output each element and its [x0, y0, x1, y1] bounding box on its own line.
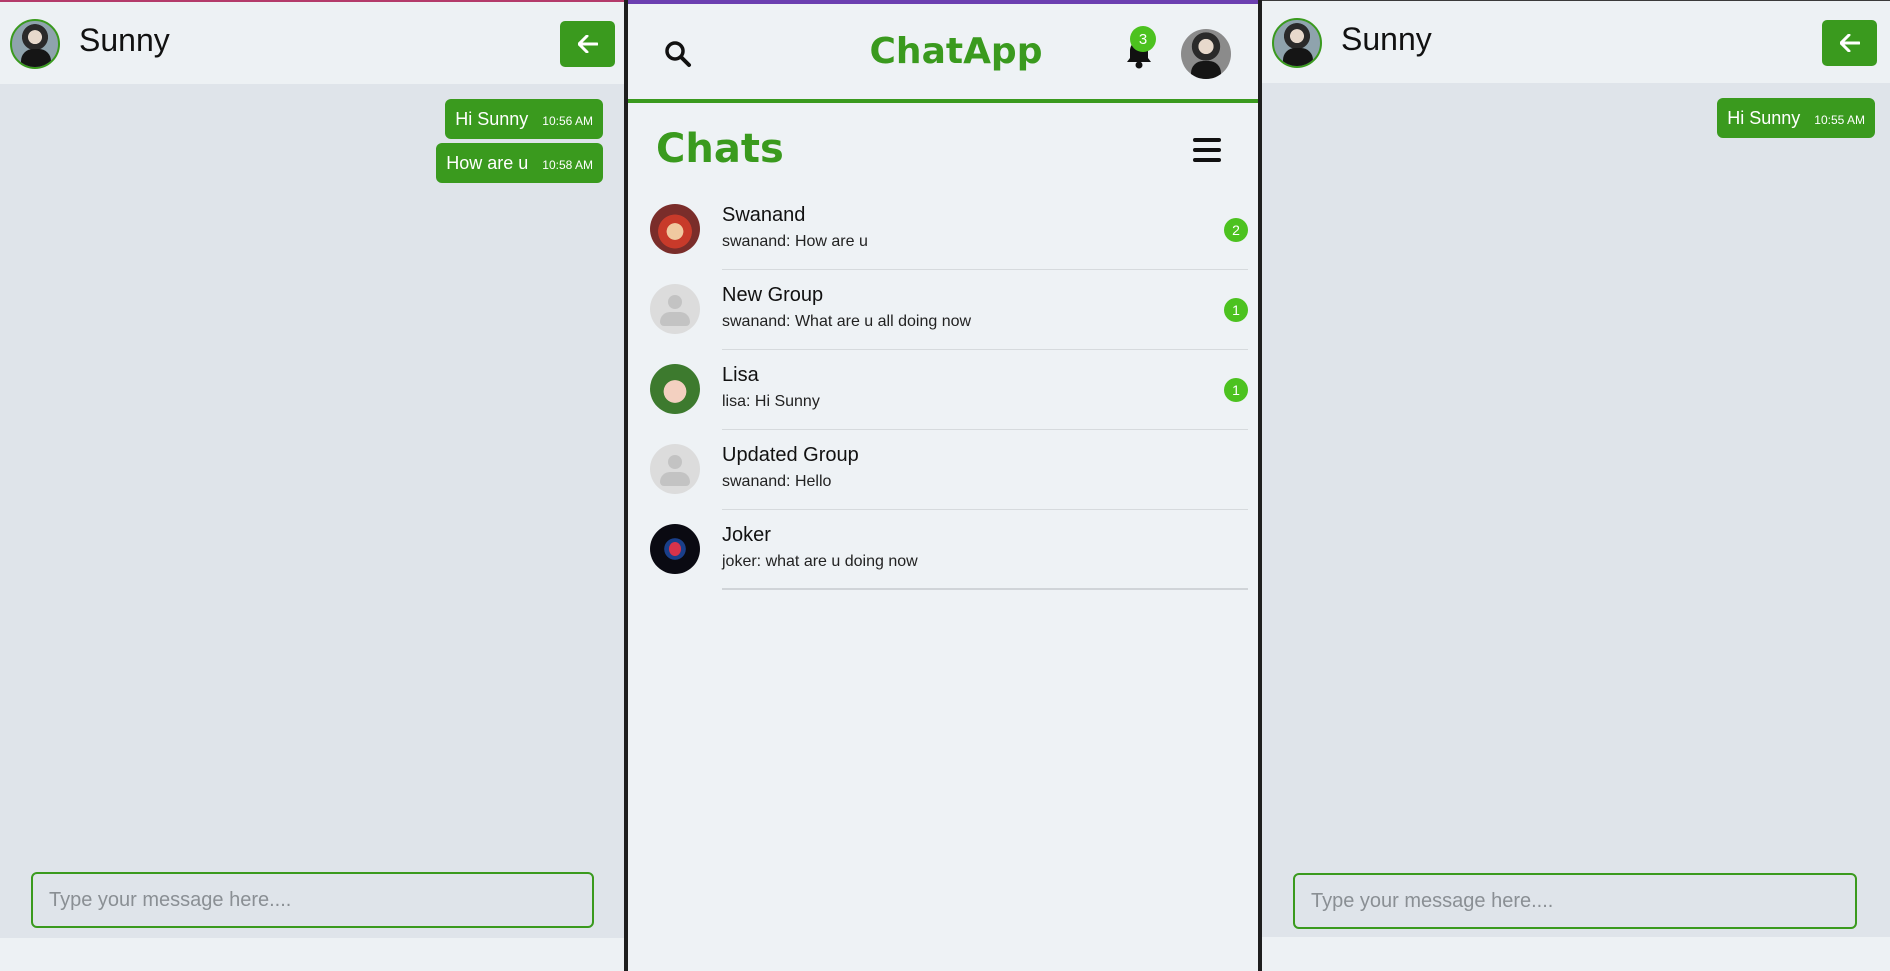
chat-list-item[interactable]: Swanand swanand: How are u 2	[628, 190, 1258, 270]
chat-preview: lisa: Hi Sunny	[722, 393, 820, 410]
chat-header: Sunny	[0, 2, 624, 84]
back-button[interactable]	[560, 21, 615, 67]
chat-footer	[0, 938, 624, 971]
joker-avatar	[650, 524, 700, 574]
chat-name: New Group	[722, 284, 824, 306]
chat-preview: joker: what are u doing now	[722, 553, 918, 570]
chat-list: Swanand swanand: How are u 2 New Group s…	[628, 190, 1258, 590]
message-text: Hi Sunny	[1727, 107, 1801, 128]
back-arrow-icon	[577, 35, 598, 53]
lisa-avatar	[650, 364, 700, 414]
unread-badge: 2	[1224, 218, 1248, 242]
menu-icon[interactable]	[1193, 138, 1221, 162]
contact-avatar[interactable]	[1272, 18, 1322, 68]
contact-avatar[interactable]	[10, 19, 60, 69]
message-time: 10:58 AM	[542, 158, 593, 172]
message-input[interactable]	[1293, 873, 1857, 929]
contact-name: Sunny	[79, 22, 170, 58]
message-time: 10:55 AM	[1814, 113, 1865, 127]
chats-heading: Chats	[656, 126, 784, 172]
left-chat-window: Sunny Hi Sunny 10:56 AM How are u 10:58 …	[0, 0, 624, 971]
app-header: ChatApp 3	[628, 4, 1258, 103]
message-bubble: Hi Sunny 10:56 AM	[445, 99, 603, 139]
message-bubble: How are u 10:58 AM	[436, 143, 603, 183]
message-area: Hi Sunny 10:56 AM How are u 10:58 AM	[0, 84, 624, 938]
notification-badge: 3	[1130, 26, 1156, 52]
app-title: ChatApp	[869, 31, 1043, 72]
right-chat-window: Sunny Hi Sunny 10:55 AM	[1262, 0, 1890, 971]
chat-name: Swanand	[722, 204, 806, 226]
chat-list-item[interactable]: Updated Group swanand: Hello	[628, 430, 1258, 510]
chat-list-item[interactable]: New Group swanand: What are u all doing …	[628, 270, 1258, 350]
message-bubble: Hi Sunny 10:55 AM	[1717, 98, 1875, 138]
message-time: 10:56 AM	[542, 114, 593, 128]
message-text: How are u	[446, 152, 529, 173]
profile-avatar[interactable]	[1181, 29, 1231, 79]
chat-list-item[interactable]: Lisa lisa: Hi Sunny 1	[628, 350, 1258, 430]
contact-name: Sunny	[1341, 21, 1432, 57]
message-text: Hi Sunny	[455, 108, 529, 129]
chat-list-window: ChatApp 3 Chats Swanand swanand: How are…	[628, 0, 1258, 971]
chat-name: Lisa	[722, 364, 759, 386]
back-button[interactable]	[1822, 20, 1877, 66]
default-avatar	[650, 444, 700, 494]
chat-name: Updated Group	[722, 444, 859, 466]
chat-header: Sunny	[1262, 1, 1890, 83]
chat-preview: swanand: How are u	[722, 233, 868, 250]
chat-name: Joker	[722, 524, 771, 546]
chat-list-item[interactable]: Joker joker: what are u doing now	[628, 510, 1258, 590]
chat-preview: swanand: Hello	[722, 473, 832, 490]
unread-badge: 1	[1224, 298, 1248, 322]
swanand-avatar	[650, 204, 700, 254]
back-arrow-icon	[1839, 34, 1860, 52]
message-input[interactable]	[31, 872, 594, 928]
chat-footer	[1262, 937, 1890, 971]
chat-preview: swanand: What are u all doing now	[722, 313, 972, 330]
unread-badge: 1	[1224, 378, 1248, 402]
message-area: Hi Sunny 10:55 AM	[1262, 83, 1890, 937]
default-avatar	[650, 284, 700, 334]
